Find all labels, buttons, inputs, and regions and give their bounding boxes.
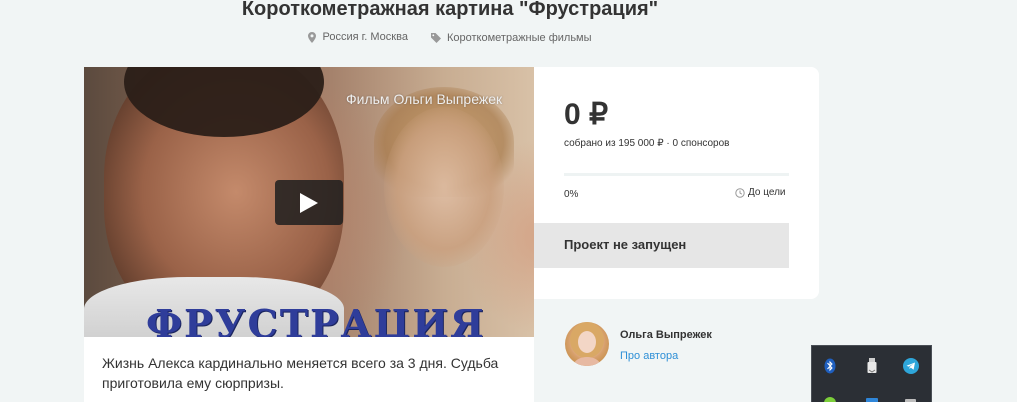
about-author-link[interactable]: Про автора xyxy=(620,350,678,362)
author-avatar[interactable] xyxy=(565,322,609,366)
location-text: Россия г. Москва xyxy=(322,31,408,43)
funding-card: 0 ₽ собрано из 195 000 ₽ · 0 спонсоров 0… xyxy=(534,67,819,299)
page-title: Короткометражная картина "Фрустрация" xyxy=(241,0,659,20)
video-player[interactable]: Фильм Ольги Выпрежек ФРУСТРАЦИЯ xyxy=(84,67,534,337)
percent-label: 0% xyxy=(564,189,579,200)
tag-icon xyxy=(431,32,441,43)
collected-summary: собрано из 195 000 ₽ · 0 спонсоров xyxy=(564,138,730,149)
project-status: Проект не запущен xyxy=(534,223,789,268)
location-link[interactable]: Россия г. Москва xyxy=(308,31,408,43)
project-description: Жизнь Алекса кардинально меняется всего … xyxy=(84,337,534,402)
battery-icon[interactable] xyxy=(902,394,920,402)
video-caption: Фильм Ольги Выпрежек xyxy=(346,91,503,107)
funded-amount: 0 ₽ xyxy=(564,98,609,131)
network-icon[interactable] xyxy=(863,394,881,402)
usb-drive-icon[interactable] xyxy=(863,357,881,375)
description-text: Жизнь Алекса кардинально меняется всего … xyxy=(102,355,499,391)
bluetooth-icon[interactable] xyxy=(821,357,839,375)
to-goal-label: До цели xyxy=(748,187,786,198)
category-text: Короткометражные фильмы xyxy=(447,31,592,44)
clock-icon xyxy=(735,187,745,198)
project-meta: Россия г. Москва Короткометражные фильмы xyxy=(0,31,900,46)
time-to-goal: До цели xyxy=(735,187,786,198)
play-icon xyxy=(300,192,318,213)
map-pin-icon xyxy=(308,31,317,43)
telegram-icon[interactable] xyxy=(902,357,920,375)
play-button[interactable] xyxy=(275,180,343,225)
video-frame-figure xyxy=(384,107,504,267)
author-portrait xyxy=(570,322,604,366)
category-link[interactable]: Короткометражные фильмы xyxy=(431,32,592,44)
system-tray-popup xyxy=(811,345,932,402)
film-logo: ФРУСТРАЦИЯ xyxy=(146,301,486,337)
author-name[interactable]: Ольга Выпрежек xyxy=(620,329,712,341)
green-app-icon[interactable] xyxy=(821,394,839,402)
progress-bar xyxy=(564,173,789,176)
